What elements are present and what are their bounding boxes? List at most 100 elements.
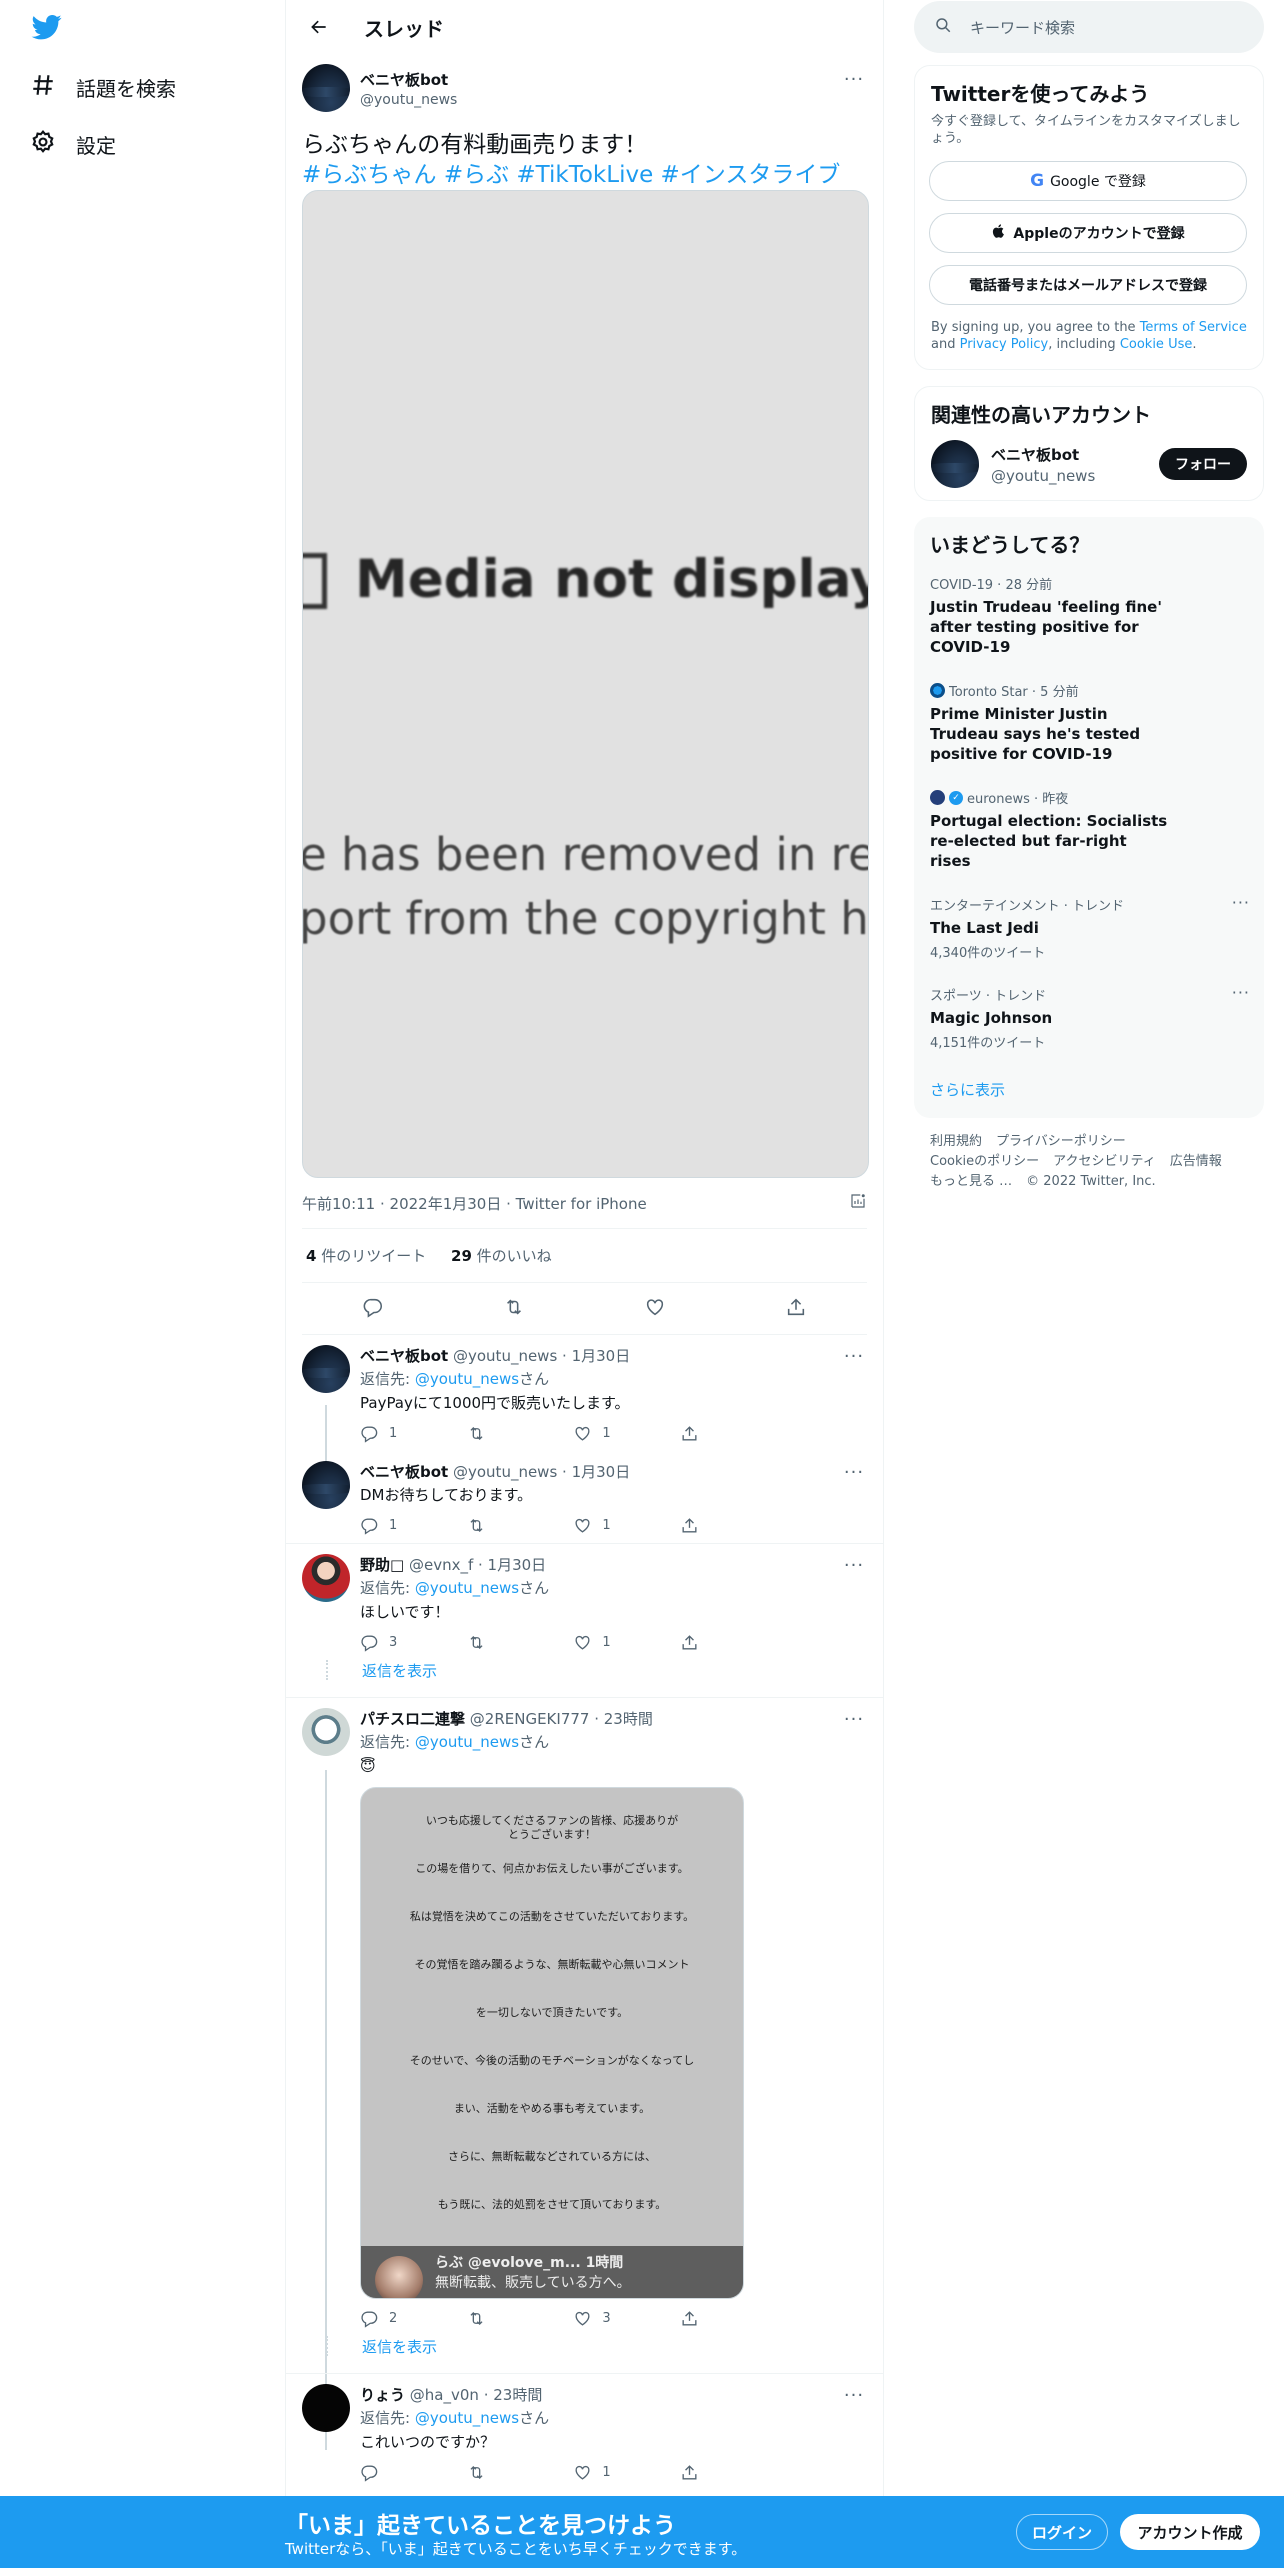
reply-button[interactable]: 2 xyxy=(360,2309,460,2328)
trend-item[interactable]: ··· エンターテインメント · トレンド The Last Jedi 4,34… xyxy=(914,883,1264,973)
reply-author-name[interactable]: 野助□ xyxy=(360,1556,404,1574)
reply-handle-time[interactable]: @2RENGEKI777 · 23時間 xyxy=(470,1710,653,1728)
reply-handle-time[interactable]: @youtu_news · 1月30日 xyxy=(453,1347,630,1365)
like-icon[interactable] xyxy=(644,1296,666,1322)
nav-settings[interactable]: 設定 xyxy=(30,122,116,166)
share-button[interactable] xyxy=(680,1516,780,1535)
search-box[interactable]: キーワード検索 xyxy=(914,1,1264,53)
like-button[interactable]: 1 xyxy=(573,1633,673,1652)
follow-button[interactable]: フォロー xyxy=(1159,448,1247,480)
reply-button[interactable]: 3 xyxy=(360,1633,460,1652)
reply-author-name[interactable]: ベニヤ板bot xyxy=(360,1347,448,1365)
avatar[interactable] xyxy=(302,1345,350,1393)
reply-to-link[interactable]: @youtu_news xyxy=(415,1370,519,1388)
reply-author-name[interactable]: パチスロ二連撃 xyxy=(360,1710,465,1728)
like-button[interactable]: 1 xyxy=(573,1424,673,1443)
like-count-label[interactable]: 件のいいね xyxy=(477,1247,552,1265)
analytics-icon[interactable] xyxy=(849,1192,867,1214)
media-not-displayed[interactable]: Media not displaye e has been removed in… xyxy=(302,190,869,1178)
retweet-button[interactable] xyxy=(467,1516,567,1535)
reply-handle-time[interactable]: @youtu_news · 1月30日 xyxy=(453,1463,630,1481)
footer-link-more[interactable]: もっと見る … xyxy=(930,1174,1012,1189)
login-button[interactable]: ログイン xyxy=(1016,2514,1108,2550)
show-replies-link[interactable]: 返信を表示 xyxy=(286,2336,883,2374)
reply-handle-time[interactable]: @evnx_f · 1月30日 xyxy=(409,1556,546,1574)
avatar[interactable] xyxy=(931,440,979,488)
avatar[interactable] xyxy=(302,64,350,112)
footer-link-terms[interactable]: 利用規約 xyxy=(930,1134,982,1149)
search-input[interactable]: キーワード検索 xyxy=(970,17,1075,38)
terms-link[interactable]: Terms of Service xyxy=(1140,320,1247,335)
apple-signup-button[interactable]: Appleのアカウントで登録 xyxy=(929,213,1247,253)
trend-item[interactable]: ··· スポーツ · トレンド Magic Johnson 4,151件のツイー… xyxy=(914,973,1264,1063)
reply-tweet[interactable]: ··· パチスロ二連撃 @2RENGEKI777 · 23時間 返信先: @yo… xyxy=(286,1698,883,2336)
footer-link-ads[interactable]: 広告情報 xyxy=(1170,1154,1222,1169)
footer-link-cookie[interactable]: Cookieのポリシー xyxy=(930,1154,1039,1169)
avatar[interactable] xyxy=(302,1461,350,1509)
reply-tweet[interactable]: ··· ベニヤ板bot @youtu_news · 1月30日 返信先: @yo… xyxy=(286,1335,883,1451)
reply-button[interactable]: 1 xyxy=(360,1516,460,1535)
reply-image[interactable]: いつも応援してくださるファンの皆様、応援ありがとうございます！ この場を借りて、… xyxy=(360,1787,744,2299)
nav-explore[interactable]: 話題を検索 xyxy=(30,65,176,109)
twitter-logo-icon[interactable] xyxy=(30,12,70,46)
share-button[interactable] xyxy=(680,1424,780,1443)
more-options-icon[interactable]: ··· xyxy=(841,1706,867,1732)
author-name[interactable]: ベニヤ板bot xyxy=(360,69,457,90)
share-icon[interactable] xyxy=(785,1296,807,1322)
avatar[interactable] xyxy=(302,1708,350,1756)
like-count[interactable]: 29 xyxy=(451,1247,472,1265)
more-options-icon[interactable]: ··· xyxy=(841,2382,867,2408)
reply-to-link[interactable]: @youtu_news xyxy=(415,2409,519,2427)
retweet-count[interactable]: 4 xyxy=(306,1247,316,1265)
reply-tweet[interactable]: ··· 野助□ @evnx_f · 1月30日 返信先: @youtu_news… xyxy=(286,1544,883,1660)
share-button[interactable] xyxy=(680,2463,780,2482)
tweet-timestamp[interactable]: 午前10:11 · 2022年1月30日 · Twitter for iPhon… xyxy=(302,1193,647,1214)
like-button[interactable]: 1 xyxy=(573,1516,673,1535)
account-handle[interactable]: @youtu_news xyxy=(991,467,1095,485)
back-button[interactable] xyxy=(302,10,336,44)
more-options-icon[interactable]: ··· xyxy=(841,66,867,92)
account-row[interactable]: ベニヤ板bot @youtu_news フォロー xyxy=(915,428,1263,500)
signup-button[interactable]: アカウント作成 xyxy=(1120,2514,1260,2550)
avatar[interactable] xyxy=(302,2384,350,2432)
avatar[interactable] xyxy=(302,1554,350,1602)
reply-button[interactable]: 1 xyxy=(360,1424,460,1443)
more-options-icon[interactable]: ··· xyxy=(1232,893,1250,912)
phone-signup-button[interactable]: 電話番号またはメールアドレスで登録 xyxy=(929,265,1247,305)
show-more-link[interactable]: さらに表示 xyxy=(914,1063,1264,1118)
reply-handle-time[interactable]: @ha_v0n · 23時間 xyxy=(410,2386,543,2404)
more-options-icon[interactable]: ··· xyxy=(841,1552,867,1578)
reply-to-link[interactable]: @youtu_news xyxy=(415,1579,519,1597)
privacy-link[interactable]: Privacy Policy xyxy=(960,337,1049,352)
like-button[interactable]: 1 xyxy=(573,2463,673,2482)
tweet-hashtags[interactable]: #らぶちゃん #らぶ #TikTokLive #インスタライブ xyxy=(302,160,867,190)
trend-item[interactable]: COVID-19 · 28 分前 Justin Trudeau 'feeling… xyxy=(914,562,1264,669)
retweet-icon[interactable] xyxy=(503,1296,525,1322)
retweet-button[interactable] xyxy=(467,2309,567,2328)
retweet-button[interactable] xyxy=(467,2463,567,2482)
reply-tweet[interactable]: ··· ベニヤ板bot @youtu_news · 1月30日 DMお待ちしてお… xyxy=(286,1451,883,1544)
reply-tweet[interactable]: ··· りょう @ha_v0n · 23時間 返信先: @youtu_newsさ… xyxy=(286,2374,883,2490)
show-replies-link[interactable]: 返信を表示 xyxy=(286,1660,883,1698)
account-name[interactable]: ベニヤ板bot xyxy=(991,444,1095,465)
reply-author-name[interactable]: ベニヤ板bot xyxy=(360,1463,448,1481)
more-options-icon[interactable]: ··· xyxy=(841,1343,867,1369)
reply-author-name[interactable]: りょう xyxy=(360,2386,405,2404)
footer-link-accessibility[interactable]: アクセシビリティ xyxy=(1053,1154,1156,1169)
retweet-button[interactable] xyxy=(467,1633,567,1652)
reply-button[interactable] xyxy=(360,2463,460,2482)
trend-item[interactable]: Toronto Star · 5 分前 Prime Minister Justi… xyxy=(914,669,1264,776)
reply-icon[interactable] xyxy=(362,1296,384,1322)
like-button[interactable]: 3 xyxy=(573,2309,673,2328)
footer-link-privacy[interactable]: プライバシーポリシー xyxy=(996,1134,1126,1149)
share-button[interactable] xyxy=(680,1633,780,1652)
more-options-icon[interactable]: ··· xyxy=(841,1459,867,1485)
reply-to-link[interactable]: @youtu_news xyxy=(415,1733,519,1751)
retweet-count-label[interactable]: 件のリツイート xyxy=(321,1247,426,1265)
cookie-link[interactable]: Cookie Use xyxy=(1120,337,1193,352)
share-button[interactable] xyxy=(680,2309,780,2328)
author-handle[interactable]: @youtu_news xyxy=(360,92,457,108)
trend-item[interactable]: ✓ euronews · 昨夜 Portugal election: Social… xyxy=(914,776,1264,883)
google-signup-button[interactable]: G Google で登録 xyxy=(929,161,1247,201)
retweet-button[interactable] xyxy=(467,1424,567,1443)
